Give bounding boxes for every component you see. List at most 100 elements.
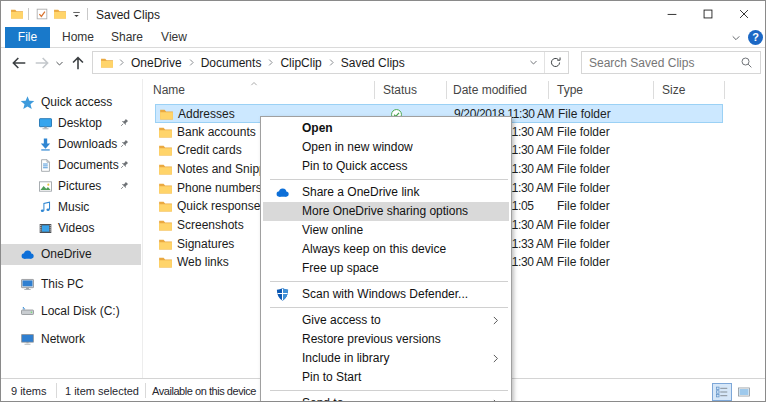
column-header-type[interactable]: Type	[557, 83, 583, 97]
tab-share[interactable]: Share	[105, 27, 149, 48]
menu-item-label[interactable]: Pin to Quick access	[302, 157, 407, 176]
column-header-name[interactable]: Name	[153, 83, 185, 97]
context-menu-item[interactable]: Free up space	[263, 259, 509, 278]
context-menu-item[interactable]: Restore previous versions	[263, 330, 509, 349]
file-type: File folder	[557, 160, 610, 179]
context-menu-item[interactable]: View online	[263, 221, 509, 240]
tab-view[interactable]: View	[153, 27, 195, 48]
file-type: File folder	[557, 253, 610, 272]
column-divider[interactable]	[446, 81, 447, 99]
file-name[interactable]: Addresses	[178, 105, 235, 124]
sidebar-item[interactable]: Network	[1, 329, 141, 350]
file-name[interactable]: Signatures	[177, 235, 234, 254]
sidebar-item[interactable]: Quick access	[1, 92, 141, 113]
sidebar-item[interactable]: Videos	[1, 218, 141, 239]
column-header-status[interactable]: Status	[383, 83, 417, 97]
file-name[interactable]: Quick responses	[177, 197, 266, 216]
breadcrumb-item[interactable]: OneDrive	[114, 56, 184, 70]
menu-item-label[interactable]: Restore previous versions	[302, 330, 441, 349]
context-menu-item[interactable]: Always keep on this device	[263, 240, 509, 259]
menu-item-label[interactable]: Pin to Start	[302, 368, 361, 387]
breadcrumb-label[interactable]: Saved Clips	[339, 56, 407, 70]
sidebar-item[interactable]: Desktop	[1, 113, 141, 134]
menu-item-label[interactable]: Free up space	[302, 259, 379, 278]
breadcrumb-label[interactable]: OneDrive	[129, 56, 184, 70]
menu-item-label[interactable]: View online	[302, 221, 363, 240]
menu-item-label[interactable]: Share a OneDrive link	[302, 183, 419, 202]
menu-item-label[interactable]: Always keep on this device	[302, 240, 446, 259]
file-name[interactable]: Credit cards	[177, 141, 242, 160]
column-header-date-modified[interactable]: Date modified	[453, 83, 527, 97]
up-icon[interactable]	[69, 54, 87, 72]
refresh-icon[interactable]	[549, 56, 562, 69]
column-divider[interactable]	[374, 81, 375, 99]
context-menu-item[interactable]	[263, 176, 509, 183]
properties-check-icon[interactable]	[35, 7, 49, 21]
breadcrumb-item[interactable]: ClipClip	[263, 56, 323, 70]
back-icon[interactable]	[10, 54, 28, 72]
context-menu-item[interactable]: Send to	[263, 394, 509, 402]
context-menu-item[interactable]	[263, 304, 509, 311]
search-icon[interactable]	[740, 56, 753, 69]
breadcrumb-chevron-icon[interactable]	[327, 58, 336, 67]
sidebar-item[interactable]: Pictures	[1, 176, 141, 197]
minimize-button[interactable]	[654, 1, 690, 27]
breadcrumb-label[interactable]: ClipClip	[278, 56, 323, 70]
breadcrumb-chevron-icon[interactable]	[187, 58, 196, 67]
status-divider	[145, 383, 146, 398]
forward-icon[interactable]	[33, 54, 51, 72]
context-menu-item[interactable]: Share a OneDrive link	[263, 183, 509, 202]
file-type: File folder	[557, 141, 610, 160]
context-menu-item[interactable]: Pin to Start	[263, 368, 509, 387]
column-divider[interactable]	[724, 81, 725, 99]
maximize-button[interactable]	[690, 1, 726, 27]
close-button[interactable]	[726, 1, 762, 27]
breadcrumb-chevron-icon[interactable]	[266, 58, 275, 67]
menu-item-label[interactable]: Send to	[302, 394, 343, 402]
sidebar-item[interactable]: This PC	[1, 274, 141, 295]
menu-item-label[interactable]: More OneDrive sharing options	[302, 202, 468, 221]
breadcrumb-item[interactable]: Saved Clips	[324, 56, 407, 70]
context-menu-item[interactable]: More OneDrive sharing options	[263, 202, 509, 221]
menu-item-label[interactable]: Open	[302, 119, 333, 138]
context-menu-item[interactable]	[263, 278, 509, 285]
file-name[interactable]: Phone numbers	[177, 179, 262, 198]
recent-locations-caret-icon[interactable]	[54, 58, 65, 69]
sidebar-item[interactable]: Local Disk (C:)	[1, 301, 141, 322]
menu-item-label[interactable]: Scan with Windows Defender...	[302, 285, 468, 304]
details-view-button[interactable]	[712, 383, 732, 401]
context-menu-item[interactable]: Open in new window	[263, 138, 509, 157]
new-folder-icon[interactable]	[53, 7, 67, 21]
tab-file[interactable]: File	[5, 27, 50, 48]
sidebar-item[interactable]: Documents	[1, 155, 141, 176]
context-menu-item[interactable]: Pin to Quick access	[263, 157, 509, 176]
expand-ribbon-icon[interactable]	[730, 32, 742, 44]
column-header-size[interactable]: Size	[662, 83, 685, 97]
file-name[interactable]: Screenshots	[177, 216, 244, 235]
sidebar-item[interactable]: Music	[1, 197, 141, 218]
customize-qat-caret-icon[interactable]	[70, 8, 83, 21]
address-dropdown-caret-icon[interactable]	[528, 57, 539, 68]
column-divider[interactable]	[548, 81, 549, 99]
breadcrumb-chevron-icon[interactable]	[117, 58, 126, 67]
address-bar[interactable]: OneDrive Documents ClipClip Saved Clips	[92, 51, 569, 74]
menu-item-label[interactable]: Give access to	[302, 311, 381, 330]
breadcrumb-item[interactable]: Documents	[184, 56, 264, 70]
breadcrumb-label[interactable]: Documents	[199, 56, 264, 70]
context-menu-item[interactable]	[263, 387, 509, 394]
tab-home[interactable]: Home	[56, 27, 100, 48]
context-menu-item[interactable]: Scan with Windows Defender...	[263, 285, 509, 304]
context-menu-item[interactable]: Include in library	[263, 349, 509, 368]
help-icon[interactable]: ?	[748, 30, 763, 45]
thumbnails-view-button[interactable]	[734, 383, 754, 401]
context-menu-item[interactable]: Give access to	[263, 311, 509, 330]
search-box[interactable]: Search Saved Clips	[581, 51, 761, 74]
sidebar-item[interactable]: Downloads	[1, 134, 141, 155]
file-name[interactable]: Web links	[177, 253, 229, 272]
sidebar-item[interactable]: OneDrive	[1, 244, 141, 265]
file-name[interactable]: Bank accounts	[177, 123, 256, 142]
menu-item-label[interactable]: Open in new window	[302, 138, 413, 157]
context-menu-item[interactable]: Open	[263, 119, 509, 138]
menu-item-label[interactable]: Include in library	[302, 349, 389, 368]
column-divider[interactable]	[653, 81, 654, 99]
